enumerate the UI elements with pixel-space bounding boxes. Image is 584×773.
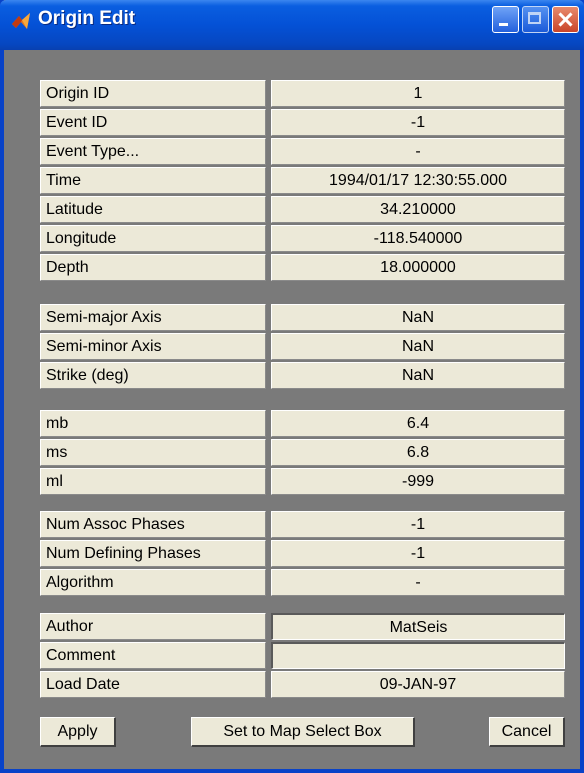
time-field[interactable]: 1994/01/17 12:30:55.000	[271, 167, 565, 194]
magnitude-group: mb 6.4 ms 6.8 ml -999	[40, 410, 565, 497]
ellipse-group: Semi-major Axis NaN Semi-minor Axis NaN …	[40, 304, 565, 391]
load-date-label: Load Date	[40, 671, 266, 698]
field-row-time: Time 1994/01/17 12:30:55.000	[40, 167, 565, 196]
field-row-longitude: Longitude -118.540000	[40, 225, 565, 254]
semi-minor-label: Semi-minor Axis	[40, 333, 266, 360]
maximize-button[interactable]	[522, 6, 549, 33]
algorithm-field[interactable]: -	[271, 569, 565, 596]
set-to-map-select-box-button[interactable]: Set to Map Select Box	[191, 717, 415, 747]
author-label: Author	[40, 613, 266, 640]
field-row-event-id: Event ID -1	[40, 109, 565, 138]
latitude-label: Latitude	[40, 196, 266, 223]
longitude-field[interactable]: -118.540000	[271, 225, 565, 252]
algorithm-label: Algorithm	[40, 569, 266, 596]
ms-field[interactable]: 6.8	[271, 439, 565, 466]
field-row-author: Author MatSeis	[40, 613, 565, 642]
origin-group: Origin ID 1 Event ID -1 Event Type... - …	[40, 80, 565, 283]
field-row-algorithm: Algorithm -	[40, 569, 565, 598]
field-row-strike: Strike (deg) NaN	[40, 362, 565, 391]
ml-label: ml	[40, 468, 266, 495]
field-row-num-defining: Num Defining Phases -1	[40, 540, 565, 569]
author-group: Author MatSeis Comment Load Date 09-JAN-…	[40, 613, 565, 700]
field-row-mb: mb 6.4	[40, 410, 565, 439]
field-row-event-type: Event Type... -	[40, 138, 565, 167]
field-row-latitude: Latitude 34.210000	[40, 196, 565, 225]
cancel-button[interactable]: Cancel	[489, 717, 565, 747]
matlab-logo-icon	[12, 13, 30, 29]
close-button[interactable]	[552, 6, 579, 33]
mb-field[interactable]: 6.4	[271, 410, 565, 437]
origin-id-label: Origin ID	[40, 80, 266, 107]
field-row-ml: ml -999	[40, 468, 565, 497]
semi-major-label: Semi-major Axis	[40, 304, 266, 331]
field-row-semi-major: Semi-major Axis NaN	[40, 304, 565, 333]
field-row-semi-minor: Semi-minor Axis NaN	[40, 333, 565, 362]
author-field[interactable]: MatSeis	[271, 613, 565, 640]
num-defining-phases-label: Num Defining Phases	[40, 540, 266, 567]
field-row-num-assoc: Num Assoc Phases -1	[40, 511, 565, 540]
time-label: Time	[40, 167, 266, 194]
comment-label: Comment	[40, 642, 266, 669]
origin-id-field[interactable]: 1	[271, 80, 565, 107]
origin-edit-window: Origin Edit Origin ID 1 Event ID -1 Even…	[0, 0, 584, 773]
minimize-button[interactable]	[492, 6, 519, 33]
window-title: Origin Edit	[38, 8, 136, 29]
num-assoc-phases-label: Num Assoc Phases	[40, 511, 266, 538]
latitude-field[interactable]: 34.210000	[271, 196, 565, 223]
apply-button[interactable]: Apply	[40, 717, 116, 747]
ml-field[interactable]: -999	[271, 468, 565, 495]
phases-group: Num Assoc Phases -1 Num Defining Phases …	[40, 511, 565, 598]
longitude-label: Longitude	[40, 225, 266, 252]
semi-minor-field[interactable]: NaN	[271, 333, 565, 360]
event-id-label: Event ID	[40, 109, 266, 136]
semi-major-field[interactable]: NaN	[271, 304, 565, 331]
title-bar[interactable]: Origin Edit	[0, 0, 584, 50]
strike-field[interactable]: NaN	[271, 362, 565, 389]
event-id-field[interactable]: -1	[271, 109, 565, 136]
field-row-depth: Depth 18.000000	[40, 254, 565, 283]
strike-label: Strike (deg)	[40, 362, 266, 389]
field-row-origin-id: Origin ID 1	[40, 80, 565, 109]
mb-label: mb	[40, 410, 266, 437]
depth-label: Depth	[40, 254, 266, 281]
field-row-load-date: Load Date 09-JAN-97	[40, 671, 565, 700]
comment-field[interactable]	[271, 642, 565, 669]
event-type-button[interactable]: Event Type...	[40, 138, 266, 165]
field-row-comment: Comment	[40, 642, 565, 671]
ms-label: ms	[40, 439, 266, 466]
depth-field[interactable]: 18.000000	[271, 254, 565, 281]
event-type-field[interactable]: -	[271, 138, 565, 165]
num-assoc-phases-field[interactable]: -1	[271, 511, 565, 538]
field-row-ms: ms 6.8	[40, 439, 565, 468]
num-defining-phases-field[interactable]: -1	[271, 540, 565, 567]
close-icon	[553, 7, 578, 32]
load-date-field[interactable]: 09-JAN-97	[271, 671, 565, 698]
